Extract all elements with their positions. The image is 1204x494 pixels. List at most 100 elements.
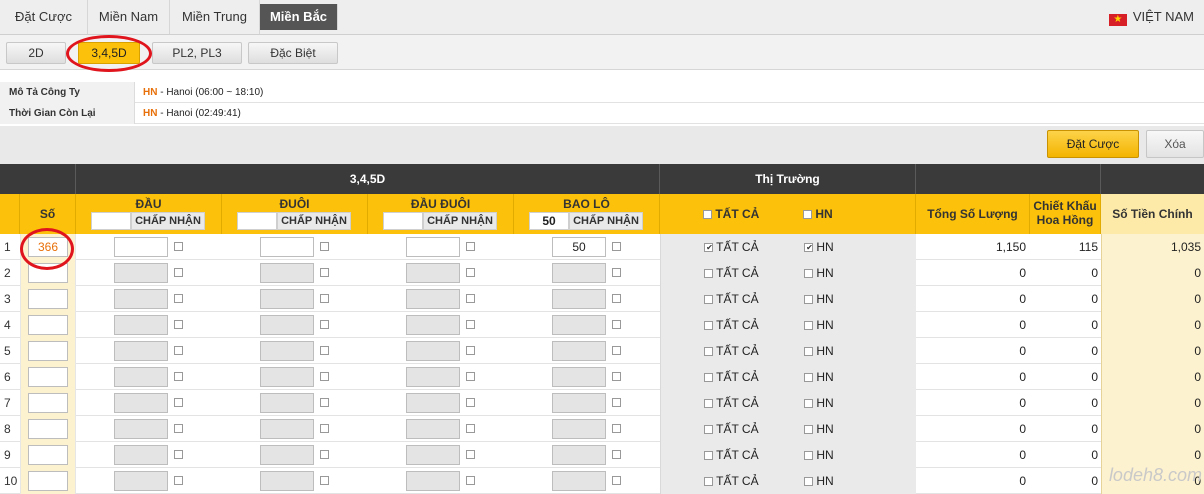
duoi-input[interactable] (260, 237, 314, 257)
row-hn-checkbox[interactable] (804, 243, 813, 252)
bao-lo-checkbox[interactable] (612, 372, 621, 381)
market-hn-header[interactable]: HN (803, 194, 833, 234)
dau-duoi-input[interactable] (406, 289, 460, 309)
duoi-input[interactable] (260, 393, 314, 413)
dau-input[interactable] (114, 393, 168, 413)
bao-lo-input[interactable] (552, 289, 606, 309)
bao-lo-input[interactable]: 50 (552, 237, 606, 257)
row-hn-checkbox[interactable] (804, 269, 813, 278)
dau-input[interactable] (114, 237, 168, 257)
row-hn-checkbox[interactable] (804, 321, 813, 330)
tab-mien-nam[interactable]: Miền Nam (88, 0, 170, 34)
dau-duoi-input[interactable] (406, 445, 460, 465)
place-bet-button[interactable]: Đặt Cược (1047, 130, 1139, 158)
dau-input[interactable] (114, 289, 168, 309)
row-all-checkbox[interactable] (704, 399, 713, 408)
market-all-header[interactable]: TẤT CẢ (703, 194, 759, 234)
bao-lo-checkbox[interactable] (612, 398, 621, 407)
dau-accept-button[interactable]: CHẤP NHẬN (131, 212, 205, 230)
bao-lo-checkbox[interactable] (612, 476, 621, 485)
tab-mien-trung[interactable]: Miền Trung (170, 0, 260, 34)
dau-checkbox[interactable] (174, 346, 183, 355)
row-all-checkbox[interactable] (704, 451, 713, 460)
bao-lo-input[interactable] (552, 393, 606, 413)
dau-checkbox[interactable] (174, 372, 183, 381)
row-all-checkbox[interactable] (704, 295, 713, 304)
duoi-accept-button[interactable]: CHẤP NHẬN (277, 212, 351, 230)
dau-duoi-input[interactable] (406, 367, 460, 387)
dau-duoi-input[interactable] (406, 341, 460, 361)
dau-duoi-checkbox[interactable] (466, 268, 475, 277)
row-hn-checkbox[interactable] (804, 477, 813, 486)
dau-duoi-input[interactable] (406, 263, 460, 283)
row-all-checkbox[interactable] (704, 347, 713, 356)
row-hn-checkbox[interactable] (804, 373, 813, 382)
market-all-checkbox[interactable] (703, 210, 712, 219)
bao-lo-checkbox[interactable] (612, 320, 621, 329)
bao-lo-input[interactable] (552, 341, 606, 361)
dau-checkbox[interactable] (174, 294, 183, 303)
duoi-checkbox[interactable] (320, 450, 329, 459)
tab-dat-cuoc[interactable]: Đặt Cược (0, 0, 88, 34)
bao-lo-input[interactable] (552, 419, 606, 439)
dau-duoi-input[interactable] (406, 419, 460, 439)
subtab-dac-biet[interactable]: Đặc Biệt (248, 42, 338, 64)
row-all-checkbox[interactable] (704, 269, 713, 278)
dau-duoi-checkbox[interactable] (466, 294, 475, 303)
delete-button[interactable]: Xóa (1146, 130, 1204, 158)
dau-input[interactable] (114, 263, 168, 283)
row-all-checkbox[interactable] (704, 477, 713, 486)
dau-input[interactable] (114, 471, 168, 491)
dau-duoi-checkbox[interactable] (466, 398, 475, 407)
bao-lo-checkbox[interactable] (612, 268, 621, 277)
row-all-checkbox[interactable] (704, 425, 713, 434)
duoi-default-input[interactable] (237, 212, 277, 230)
bao-lo-checkbox[interactable] (612, 346, 621, 355)
row-hn-checkbox[interactable] (804, 295, 813, 304)
bao-lo-input[interactable] (552, 315, 606, 335)
duoi-input[interactable] (260, 315, 314, 335)
row-hn-checkbox[interactable] (804, 399, 813, 408)
dau-checkbox[interactable] (174, 320, 183, 329)
dau-checkbox[interactable] (174, 242, 183, 251)
dau-checkbox[interactable] (174, 424, 183, 433)
bao-lo-checkbox[interactable] (612, 424, 621, 433)
dau-duoi-input[interactable] (406, 315, 460, 335)
dau-input[interactable] (114, 341, 168, 361)
dau-checkbox[interactable] (174, 450, 183, 459)
bao-lo-checkbox[interactable] (612, 450, 621, 459)
dau-input[interactable] (114, 419, 168, 439)
dau-input[interactable] (114, 315, 168, 335)
row-all-checkbox[interactable] (704, 243, 713, 252)
dau-duoi-default-input[interactable] (383, 212, 423, 230)
dau-checkbox[interactable] (174, 476, 183, 485)
duoi-checkbox[interactable] (320, 242, 329, 251)
dau-duoi-input[interactable] (406, 237, 460, 257)
bao-lo-input[interactable] (552, 471, 606, 491)
row-all-checkbox[interactable] (704, 373, 713, 382)
duoi-checkbox[interactable] (320, 372, 329, 381)
row-hn-checkbox[interactable] (804, 347, 813, 356)
language-selector[interactable]: ★VIỆT NAM (1109, 0, 1194, 34)
so-input[interactable] (28, 393, 68, 413)
dau-default-input[interactable] (91, 212, 131, 230)
market-hn-checkbox[interactable] (803, 210, 812, 219)
duoi-checkbox[interactable] (320, 294, 329, 303)
tab-mien-bac[interactable]: Miền Bắc (260, 4, 338, 30)
so-input[interactable] (28, 289, 68, 309)
dau-duoi-input[interactable] (406, 471, 460, 491)
bao-lo-input[interactable] (552, 367, 606, 387)
duoi-checkbox[interactable] (320, 476, 329, 485)
dau-duoi-checkbox[interactable] (466, 346, 475, 355)
dau-duoi-checkbox[interactable] (466, 242, 475, 251)
dau-duoi-checkbox[interactable] (466, 424, 475, 433)
row-hn-checkbox[interactable] (804, 451, 813, 460)
bao-lo-input[interactable] (552, 263, 606, 283)
so-input[interactable] (28, 315, 68, 335)
bao-lo-checkbox[interactable] (612, 242, 621, 251)
subtab-pl2-pl3[interactable]: PL2, PL3 (152, 42, 242, 64)
bao-lo-default-input[interactable]: 50 (529, 212, 569, 230)
dau-duoi-checkbox[interactable] (466, 450, 475, 459)
duoi-input[interactable] (260, 289, 314, 309)
dau-duoi-checkbox[interactable] (466, 476, 475, 485)
